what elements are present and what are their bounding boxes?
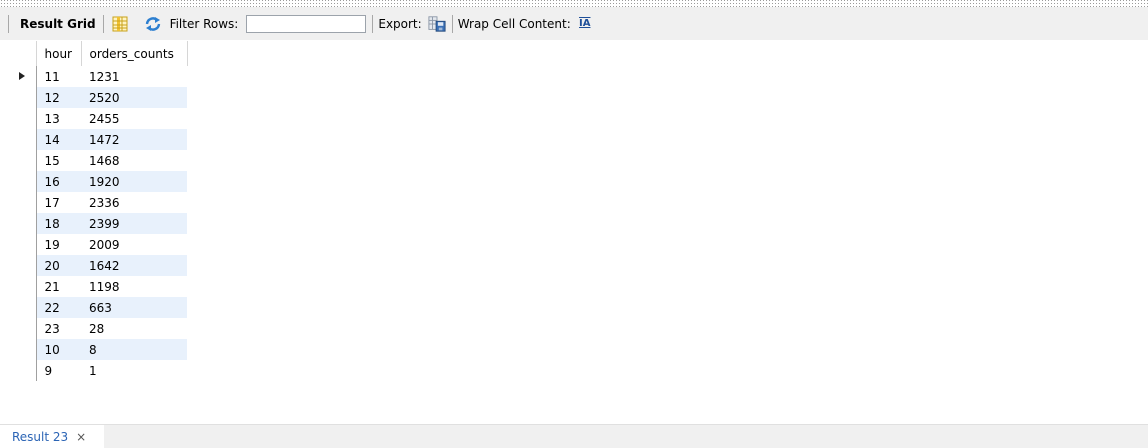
row-indicator [8, 129, 37, 150]
row-indicator [8, 339, 37, 360]
cell-orders-counts[interactable]: 2009 [81, 234, 187, 255]
wrap-icon-glyph: IA [579, 18, 591, 29]
grid-layout-icon[interactable] [111, 15, 129, 33]
toolbar-separator [451, 14, 453, 33]
cell-orders-counts[interactable]: 2399 [81, 213, 187, 234]
row-indicator [8, 255, 37, 276]
cell-orders-counts[interactable]: 2520 [81, 87, 187, 108]
row-indicator [8, 87, 37, 108]
table-row[interactable]: 20 1642 [8, 255, 187, 276]
toolbar-separator [372, 14, 374, 33]
cell-hour[interactable]: 22 [36, 297, 81, 318]
toolbar-separator [102, 14, 104, 33]
wrap-cell-content-icon[interactable]: IA [577, 15, 593, 33]
row-indicator [8, 213, 37, 234]
cell-hour[interactable]: 19 [36, 234, 81, 255]
table-row[interactable]: 18 2399 [8, 213, 187, 234]
cell-hour[interactable]: 18 [36, 213, 81, 234]
cell-orders-counts[interactable]: 1468 [81, 150, 187, 171]
cell-hour[interactable]: 16 [36, 171, 81, 192]
table-row[interactable]: 19 2009 [8, 234, 187, 255]
row-indicator [8, 192, 37, 213]
row-indicator [8, 360, 37, 381]
table-row[interactable]: 23 28 [8, 318, 187, 339]
wrap-cell-content-label: Wrap Cell Content: [457, 16, 571, 31]
tab-result-23[interactable]: Result 23 × [0, 425, 104, 448]
export-label: Export: [378, 16, 422, 31]
cell-orders-counts[interactable]: 2455 [81, 108, 187, 129]
row-indicator [8, 234, 37, 255]
column-header-orders-counts[interactable]: orders_counts [81, 41, 188, 66]
table-row[interactable]: 22 663 [8, 297, 187, 318]
column-header-hour[interactable]: hour [36, 41, 82, 66]
close-icon[interactable]: × [76, 430, 86, 444]
toolbar-separator [8, 14, 9, 33]
cell-orders-counts[interactable]: 1198 [81, 276, 187, 297]
filter-rows-input[interactable] [246, 14, 367, 33]
result-tab-bar: Result 23 × [0, 424, 1148, 448]
cell-hour[interactable]: 15 [36, 150, 81, 171]
row-indicator [8, 276, 37, 297]
result-grid-button[interactable]: Result Grid [20, 17, 96, 31]
window-top-border [0, 0, 1148, 7]
cell-hour[interactable]: 20 [36, 255, 81, 276]
table-row[interactable]: 13 2455 [8, 108, 187, 129]
table-row[interactable]: 21 1198 [8, 276, 187, 297]
cell-hour[interactable]: 11 [35, 66, 81, 87]
cell-orders-counts[interactable]: 1472 [81, 129, 187, 150]
cell-hour[interactable]: 21 [36, 276, 81, 297]
cell-orders-counts[interactable]: 663 [81, 297, 187, 318]
table-row[interactable]: 12 2520 [8, 87, 187, 108]
cell-orders-counts[interactable]: 1642 [81, 255, 187, 276]
cell-hour[interactable]: 13 [36, 108, 81, 129]
table-row[interactable]: 17 2336 [8, 192, 187, 213]
table-header-row: hour orders_counts [8, 41, 188, 66]
table-row[interactable]: 16 1920 [8, 171, 187, 192]
cell-hour[interactable]: 14 [36, 129, 81, 150]
cell-hour[interactable]: 10 [36, 339, 81, 360]
row-indicator-header [8, 41, 37, 66]
row-selected-arrow-icon [8, 66, 37, 87]
tab-label: Result 23 [12, 429, 69, 444]
cell-orders-counts[interactable]: 2336 [81, 192, 187, 213]
row-indicator [8, 150, 37, 171]
cell-hour[interactable]: 23 [36, 318, 81, 339]
row-indicator [8, 108, 37, 129]
export-icon[interactable] [428, 15, 446, 33]
cell-orders-counts[interactable]: 8 [81, 339, 187, 360]
result-grid-table: hour orders_counts 11 1231 12 2520 13 24… [8, 41, 188, 381]
cell-orders-counts[interactable]: 1231 [81, 66, 187, 87]
row-indicator [8, 171, 37, 192]
refresh-icon[interactable] [144, 15, 162, 33]
cell-orders-counts[interactable]: 28 [81, 318, 187, 339]
row-indicator [8, 297, 37, 318]
filter-rows-label: Filter Rows: [169, 16, 239, 31]
cell-hour[interactable]: 17 [36, 192, 81, 213]
table-row[interactable]: 14 1472 [8, 129, 187, 150]
table-row[interactable]: 9 1 [8, 360, 187, 381]
cell-orders-counts[interactable]: 1 [81, 360, 187, 381]
table-row[interactable]: 10 8 [8, 339, 187, 360]
cell-orders-counts[interactable]: 1920 [81, 171, 187, 192]
cell-hour[interactable]: 12 [36, 87, 81, 108]
row-indicator [8, 318, 37, 339]
table-row[interactable]: 15 1468 [8, 150, 187, 171]
result-toolbar: Result Grid Filter Rows: Export: Wrap Ce… [0, 7, 1148, 40]
cell-hour[interactable]: 9 [36, 360, 81, 381]
table-row[interactable]: 11 1231 [8, 66, 187, 87]
